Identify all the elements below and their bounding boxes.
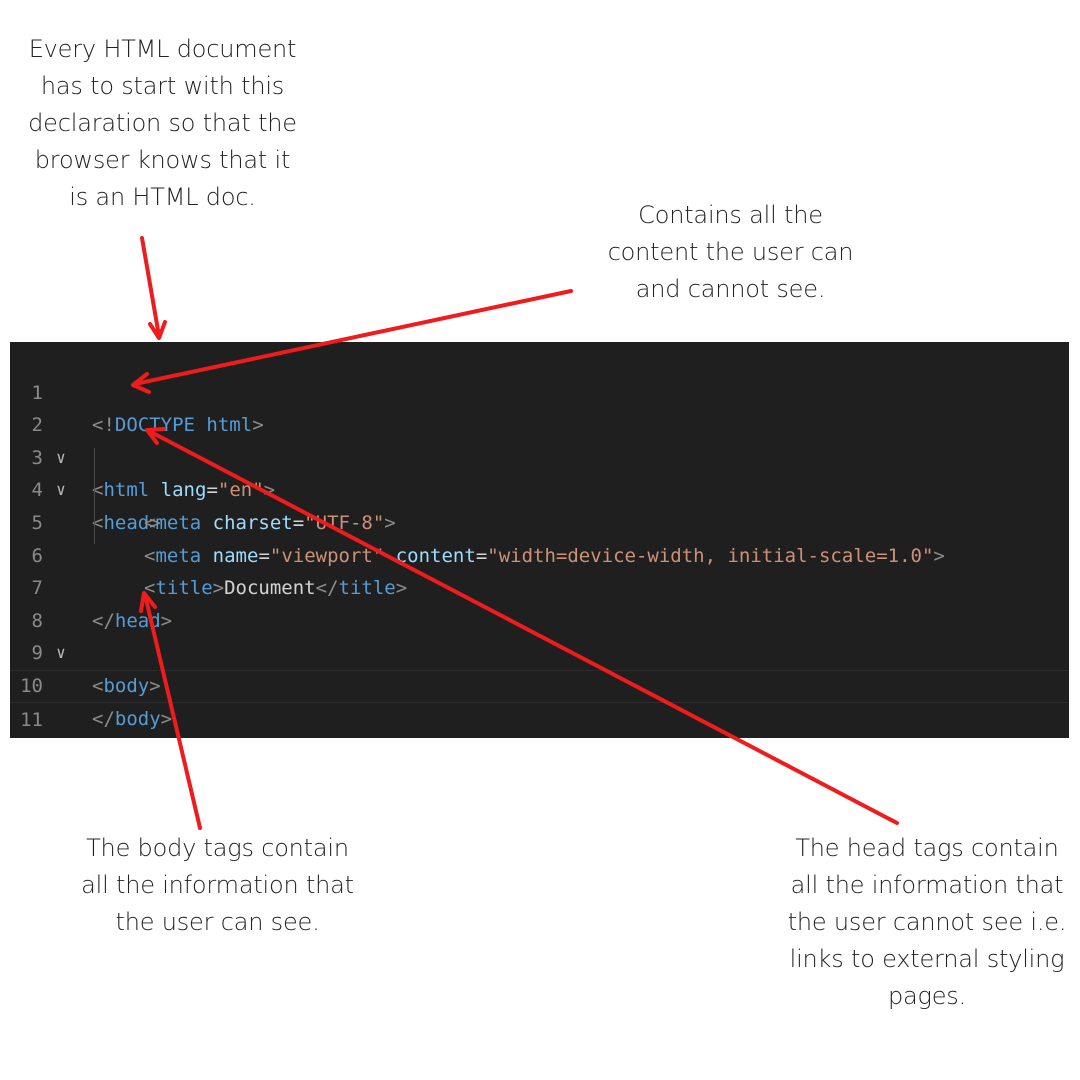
code-line-8: 8 ∨ <body>	[10, 572, 1069, 697]
code-line-7: 7 </head>	[10, 540, 1069, 632]
code-line-6: 6 <title>Document</title>	[10, 507, 1069, 600]
code-html-close: </html>	[92, 736, 172, 738]
head-tag-annotation: The head tags contain all the informatio…	[787, 834, 1067, 1010]
code-body-close: </body>	[92, 707, 173, 730]
code-line-2: 2 ∨ <html lang="en">	[10, 377, 1069, 501]
code-editor: 1 <!DOCTYPE html> 2 ∨ <html lang="en"> 3…	[10, 342, 1069, 738]
html-tag-annotation: Contains all the content the user can an…	[607, 201, 854, 303]
code-line-9: 9	[10, 605, 1069, 664]
code-line-5: 5 <meta name="viewport" content="width=d…	[10, 474, 1069, 567]
code-line-10: 10 </body>	[10, 637, 1069, 730]
code-line-3: 3 ∨ <head>	[10, 409, 1069, 534]
line-number: 11	[20, 708, 43, 731]
code-line-11-current[interactable]: 11 </html>	[10, 670, 1069, 731]
body-tag-annotation: The body tags contain all the informatio…	[81, 834, 354, 936]
doctype-annotation: Every HTML document has to start with th…	[28, 35, 297, 211]
arrow-to-doctype	[140, 236, 167, 340]
code-line-4: 4 <meta charset="UTF-8">	[10, 442, 1069, 534]
indent-guide	[94, 448, 95, 544]
code-line-1: 1 <!DOCTYPE html>	[10, 344, 1069, 437]
